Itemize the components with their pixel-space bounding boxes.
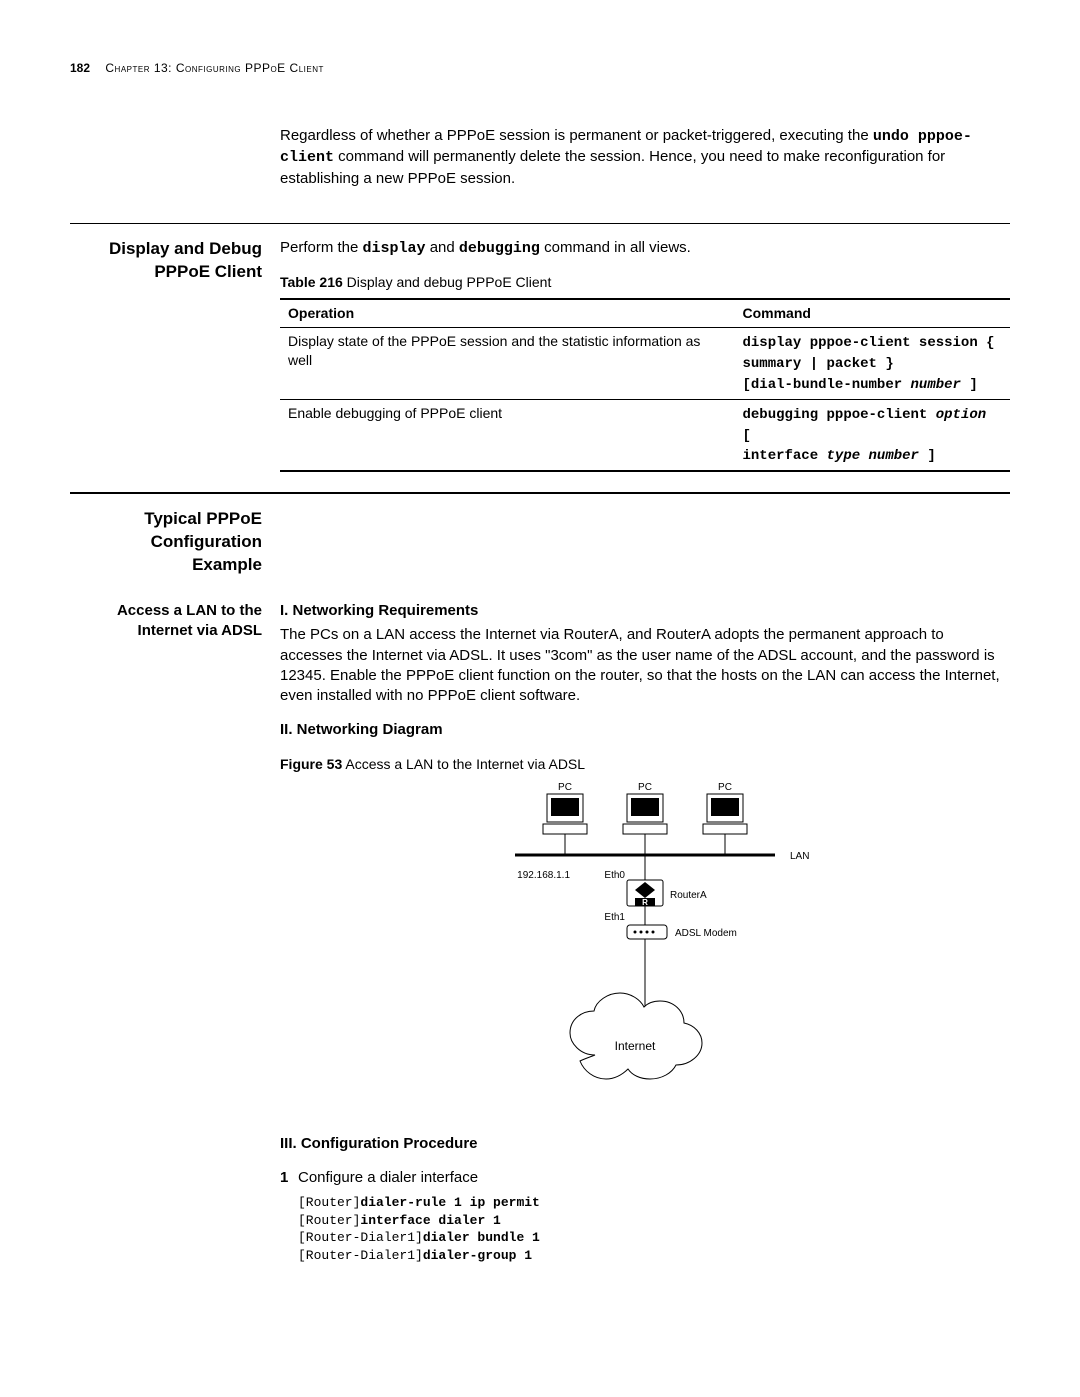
config-step: 1 Configure a dialer interface: [280, 1168, 1010, 1188]
cmd-cell: debugging pppoe-client option [ interfac…: [735, 399, 1011, 471]
ip-label: 192.168.1.1: [517, 870, 570, 881]
th-operation: Operation: [280, 299, 735, 327]
intro-text-a: Regardless of whether a PPPoE session is…: [280, 127, 873, 144]
heading-networking-diagram: II. Networking Diagram: [280, 720, 1010, 740]
display-debug-table: Operation Command Display state of the P…: [280, 298, 1010, 472]
routera-label: RouterA: [670, 890, 707, 901]
networking-requirements-body: The PCs on a LAN access the Internet via…: [280, 625, 1010, 706]
chapter-running-head: Chapter 13: Configuring PPPoE Client: [105, 61, 323, 75]
figure-caption: Figure 53 Access a LAN to the Internet v…: [280, 755, 1010, 774]
svg-text:PC: PC: [638, 782, 652, 793]
table-row: Enable debugging of PPPoE client debuggi…: [280, 399, 1010, 471]
heading-configuration-procedure: III. Configuration Procedure: [280, 1134, 1010, 1154]
pc-icon: PC: [703, 782, 747, 834]
intro-paragraph: Regardless of whether a PPPoE session is…: [280, 126, 1010, 189]
section-heading-typical-config: Typical PPPoE Configuration Example: [70, 508, 262, 577]
lan-label: LAN: [790, 851, 809, 862]
network-diagram: PC PC PC LAN: [455, 780, 835, 1120]
pc-icon: PC: [623, 782, 667, 834]
router-icon: R: [627, 880, 663, 907]
table-header-row: Operation Command: [280, 299, 1010, 327]
pc-icon: PC: [543, 782, 587, 834]
table-caption: Table 216 Display and debug PPPoE Client: [280, 273, 1010, 292]
eth1-label: Eth1: [604, 912, 625, 923]
internet-label: Internet: [615, 1039, 656, 1053]
heading-networking-requirements: I. Networking Requirements: [280, 601, 1010, 621]
svg-text:PC: PC: [558, 782, 572, 793]
op-cell: Enable debugging of PPPoE client: [280, 399, 735, 471]
step-number: 1: [280, 1168, 298, 1188]
th-command: Command: [735, 299, 1011, 327]
adsl-label: ADSL Modem: [675, 928, 737, 939]
cmd-cell: display pppoe-client session { summary |…: [735, 327, 1011, 399]
svg-text:PC: PC: [718, 782, 732, 793]
page-number: 182: [70, 61, 90, 75]
svg-text:R: R: [642, 898, 648, 907]
intro-text-b: command will permanently delete the sess…: [280, 148, 945, 186]
eth0-label: Eth0: [604, 870, 625, 881]
table-row: Display state of the PPPoE session and t…: [280, 327, 1010, 399]
section-heading-display-debug: Display and Debug PPPoE Client: [70, 238, 262, 284]
display-debug-intro: Perform the display and debugging comman…: [280, 238, 1010, 259]
internet-cloud-icon: Internet: [570, 993, 702, 1079]
config-code-block: [Router]dialer-rule 1 ip permit [Router]…: [298, 1194, 1010, 1264]
divider: [70, 223, 1010, 224]
divider-thick: [70, 492, 1010, 494]
step-text: Configure a dialer interface: [298, 1168, 478, 1188]
page-header: 182 Chapter 13: Configuring PPPoE Client: [70, 60, 1010, 76]
subsection-heading-access-lan: Access a LAN to the Internet via ADSL: [70, 601, 262, 642]
op-cell: Display state of the PPPoE session and t…: [280, 327, 735, 399]
